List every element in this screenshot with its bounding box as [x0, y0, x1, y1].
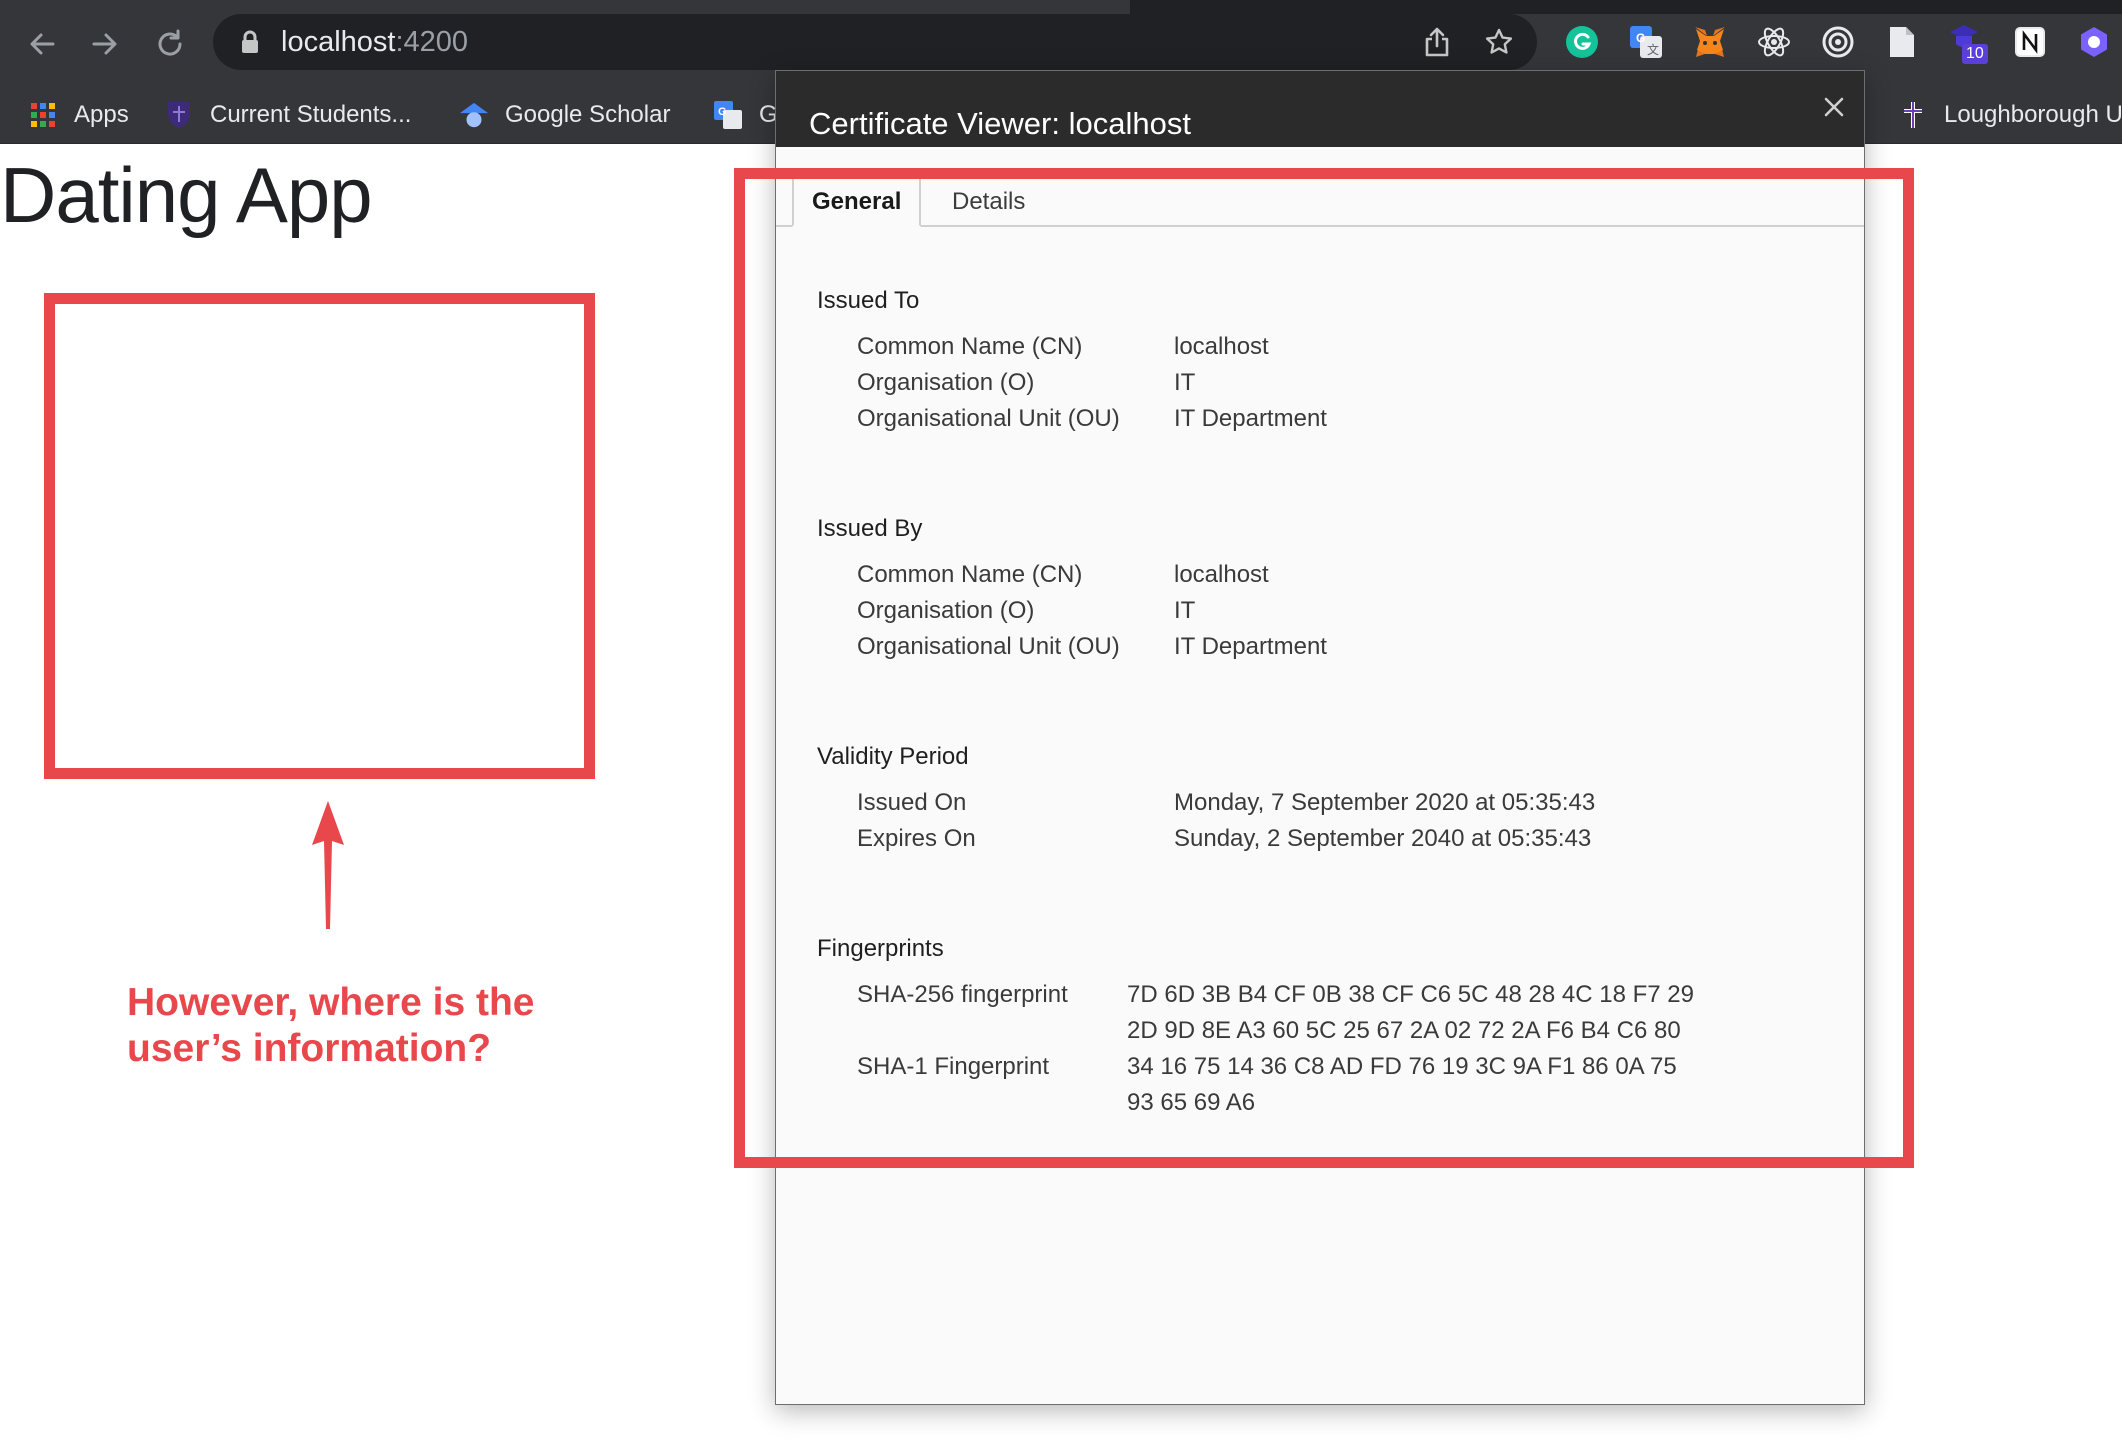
bookmark-label: Google Scholar — [505, 101, 671, 128]
issued-to-ou-label: Organisational Unit (OU) — [857, 405, 1120, 432]
target-circle-icon[interactable] — [1818, 22, 1858, 62]
bookmark-label: Current Students... — [210, 101, 412, 128]
sha1-label: SHA-1 Fingerprint — [857, 1053, 1050, 1080]
issued-to-o-value: IT — [1174, 369, 1196, 396]
issued-by-cn-label: Common Name (CN) — [857, 561, 1083, 588]
issued-to-o-label: Organisation (O) — [857, 369, 1035, 396]
scholar-cap-icon — [459, 100, 489, 130]
issued-to-cn-value: localhost — [1174, 333, 1269, 360]
issued-to-heading: Issued To — [817, 287, 920, 314]
page-title: Dating App — [0, 151, 373, 239]
expires-on-value: Sunday, 2 September 2040 at 05:35:43 — [1174, 825, 1592, 852]
issued-on-value: Monday, 7 September 2020 at 05:35:43 — [1174, 789, 1596, 816]
url-port: :4200 — [395, 26, 469, 58]
extension-badge-count: 10 — [1962, 44, 1988, 64]
sha256-value-line-1: 7D 6D 3B B4 CF 0B 38 CF C6 5C 48 28 4C 1… — [1127, 981, 1694, 1008]
bookmark-label: Loughborough U — [1944, 101, 2122, 128]
lock-icon[interactable] — [240, 30, 260, 59]
bookmark-label: Apps — [74, 101, 129, 128]
issued-by-o-label: Organisation (O) — [857, 597, 1035, 624]
issued-by-ou-value: IT Department — [1174, 633, 1327, 660]
bookmark-apps[interactable]: Apps — [28, 87, 129, 143]
annotation-line-2: user’s information? — [127, 1027, 492, 1070]
extension-badge-icon[interactable]: 10 — [1946, 22, 1988, 64]
issued-by-o-value: IT — [1174, 597, 1196, 624]
certificate-viewer-dialog: Certificate Viewer: localhost General De… — [775, 70, 1865, 1405]
url-text[interactable]: localhost:4200 — [281, 22, 468, 62]
reload-icon[interactable] — [148, 22, 192, 66]
grammarly-icon[interactable] — [1562, 22, 1602, 62]
google-translate-ext-icon[interactable]: G文 — [1626, 22, 1666, 62]
apps-grid-icon — [28, 100, 58, 130]
svg-text:文: 文 — [1647, 42, 1659, 57]
svg-text:G: G — [718, 106, 727, 118]
sha1-value-line-2: 93 65 69 A6 — [1127, 1089, 1256, 1116]
share-icon[interactable] — [1421, 26, 1453, 58]
issued-on-label: Issued On — [857, 789, 967, 816]
sha1-value-line-1: 34 16 75 14 36 C8 AD FD 76 19 3C 9A F1 8… — [1127, 1053, 1677, 1080]
tab-strip — [0, 0, 2122, 14]
hexagon-app-icon[interactable] — [2074, 22, 2114, 62]
annotation-question: However, where is the user’s information… — [127, 980, 647, 1072]
forward-arrow-icon[interactable] — [83, 22, 127, 66]
metamask-fox-icon[interactable] — [1690, 22, 1730, 62]
bookmark-google-scholar[interactable]: Google Scholar — [459, 87, 670, 143]
dialog-header: Certificate Viewer: localhost — [776, 71, 1864, 147]
expires-on-label: Expires On — [857, 825, 976, 852]
react-devtools-icon[interactable] — [1754, 22, 1794, 62]
document-icon[interactable] — [1882, 22, 1922, 62]
tab-general[interactable]: General — [792, 179, 922, 227]
issued-by-heading: Issued By — [817, 515, 923, 542]
svg-text:G: G — [1636, 31, 1645, 45]
up-arrow-annotation-icon — [312, 801, 344, 929]
dialog-title: Certificate Viewer: localhost — [809, 106, 1191, 141]
active-tab-strip[interactable] — [0, 0, 1130, 14]
bookmark-loughborough[interactable]: Loughborough U — [1898, 87, 2122, 143]
empty-content-annotation-box — [44, 293, 595, 779]
fingerprints-heading: Fingerprints — [817, 935, 944, 962]
back-arrow-icon[interactable] — [20, 22, 64, 66]
annotation-line-1: However, where is the — [127, 981, 535, 1024]
google-translate-icon: G — [713, 100, 743, 130]
address-bar[interactable]: localhost:4200 — [213, 14, 1537, 70]
shield-crest-icon — [164, 100, 194, 130]
validity-heading: Validity Period — [817, 743, 969, 770]
close-icon[interactable] — [1816, 89, 1852, 125]
university-cross-icon — [1898, 100, 1928, 130]
bookmark-google-translate[interactable]: G G — [713, 87, 778, 143]
bookmark-current-students[interactable]: Current Students... — [164, 87, 411, 143]
sha256-label: SHA-256 fingerprint — [857, 981, 1068, 1008]
tab-details[interactable]: Details — [952, 179, 1025, 225]
bookmark-star-icon[interactable] — [1483, 26, 1515, 58]
notion-icon[interactable] — [2010, 22, 2050, 62]
issued-to-ou-value: IT Department — [1174, 405, 1327, 432]
issued-to-cn-label: Common Name (CN) — [857, 333, 1083, 360]
url-host: localhost — [281, 26, 396, 58]
issued-by-ou-label: Organisational Unit (OU) — [857, 633, 1120, 660]
dialog-tabs: General Details — [776, 179, 1864, 227]
issued-by-cn-value: localhost — [1174, 561, 1269, 588]
sha256-value-line-2: 2D 9D 8E A3 60 5C 25 67 2A 02 72 2A F6 B… — [1127, 1017, 1681, 1044]
